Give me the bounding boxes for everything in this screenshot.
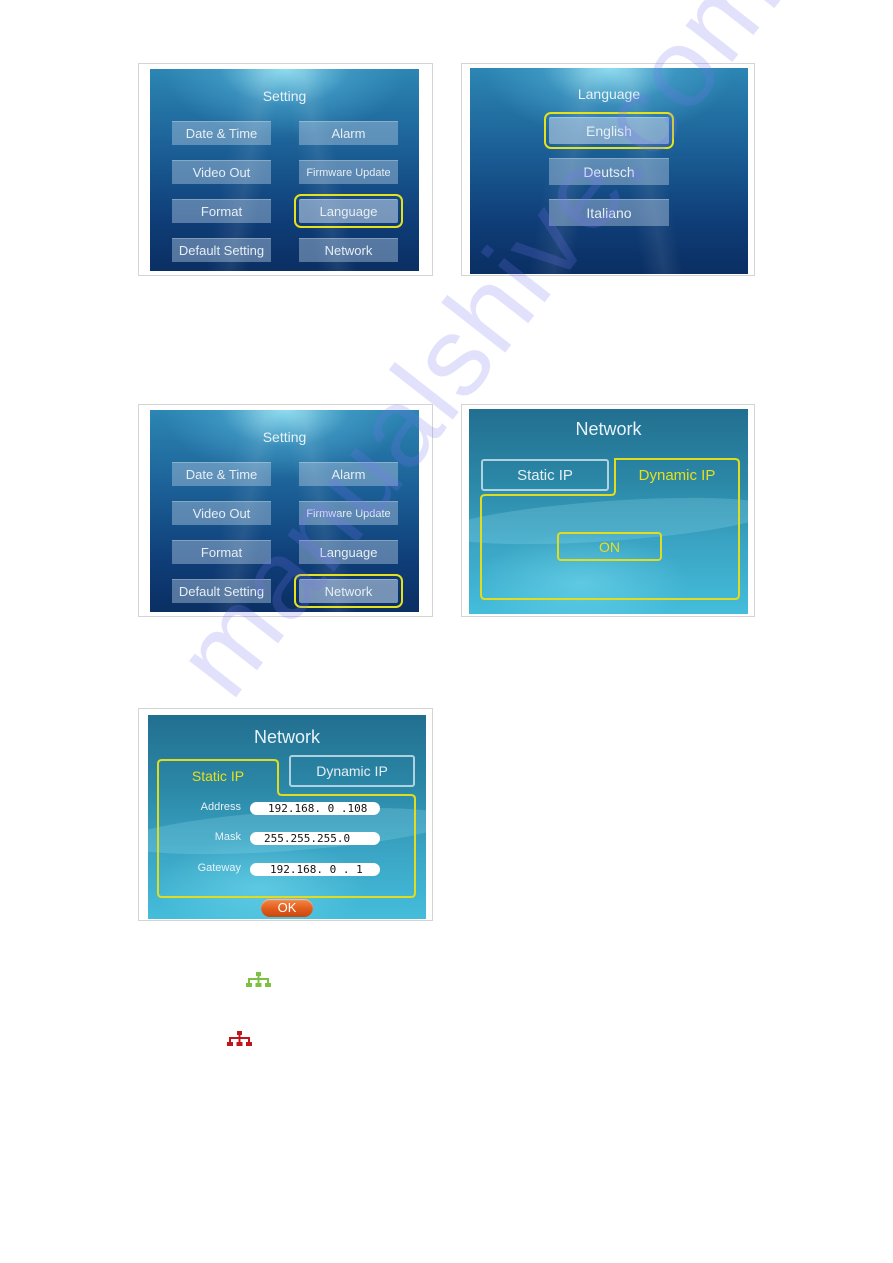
screenshot-frame-setting-network: Setting Date & Time Alarm Video Out Firm… [138, 404, 433, 617]
screenshot-frame-network-dynamic: Network Static IP Dynamic IP ON [461, 404, 755, 617]
screenshot-frame-network-static: Network Static IP Dynamic IP Address 192… [138, 708, 433, 921]
language-option-italiano[interactable]: Italiano [549, 199, 669, 226]
dynamic-ip-panel-outline [480, 458, 740, 600]
network-static-screen: Network Static IP Dynamic IP Address 192… [148, 715, 426, 919]
setting-screen: Setting Date & Time Alarm Video Out Firm… [150, 69, 419, 271]
network-disconnected-icon [227, 1031, 252, 1046]
static-ip-panel-outline [157, 759, 416, 898]
tab-static-ip[interactable]: Static IP [160, 768, 276, 784]
video-out-button[interactable]: Video Out [172, 501, 271, 525]
language-button[interactable]: Language [294, 194, 403, 228]
date-time-button[interactable]: Date & Time [172, 121, 271, 145]
address-input[interactable]: 192.168. 0 .108 [250, 802, 380, 815]
screenshot-frame-language: Language English Deutsch Italiano [461, 63, 755, 276]
format-button[interactable]: Format [172, 540, 271, 564]
network-connected-icon [246, 972, 271, 987]
firmware-update-button[interactable]: Firmware Update [299, 501, 398, 525]
dhcp-toggle-button[interactable]: ON [557, 532, 662, 561]
language-button[interactable]: Language [299, 540, 398, 564]
tab-dynamic-ip-label: Dynamic IP [316, 763, 388, 779]
address-label: Address [200, 801, 241, 813]
gateway-input[interactable]: 192.168. 0 . 1 [250, 863, 380, 876]
mask-input[interactable]: 255.255.255.0 [250, 832, 380, 845]
network-dynamic-screen: Network Static IP Dynamic IP ON [469, 409, 748, 614]
network-button[interactable]: Network [294, 574, 403, 608]
ok-button[interactable]: OK [261, 899, 313, 917]
alarm-button[interactable]: Alarm [299, 121, 398, 145]
screenshot-frame-setting-language: Setting Date & Time Alarm Video Out Firm… [138, 63, 433, 276]
language-option-deutsch[interactable]: Deutsch [549, 158, 669, 185]
date-time-button[interactable]: Date & Time [172, 462, 271, 486]
default-setting-button[interactable]: Default Setting [172, 579, 271, 603]
screen-title: Language [577, 86, 641, 102]
language-screen: Language English Deutsch Italiano [470, 68, 748, 274]
video-out-button[interactable]: Video Out [172, 160, 271, 184]
format-button[interactable]: Format [172, 199, 271, 223]
gateway-label: Gateway [197, 862, 241, 874]
default-setting-button[interactable]: Default Setting [172, 238, 271, 262]
dhcp-toggle-value: ON [599, 539, 620, 555]
firmware-update-button[interactable]: Firmware Update [299, 160, 398, 184]
tab-dynamic-ip[interactable]: Dynamic IP [289, 755, 415, 787]
screen-title: Setting [262, 429, 307, 445]
language-option-english[interactable]: English [544, 112, 674, 149]
screen-title: Setting [262, 88, 307, 104]
alarm-button[interactable]: Alarm [299, 462, 398, 486]
network-button[interactable]: Network [299, 238, 398, 262]
tab-dynamic-ip[interactable]: Dynamic IP [615, 467, 739, 484]
mask-label: Mask [214, 831, 241, 843]
setting-screen: Setting Date & Time Alarm Video Out Firm… [150, 410, 419, 612]
